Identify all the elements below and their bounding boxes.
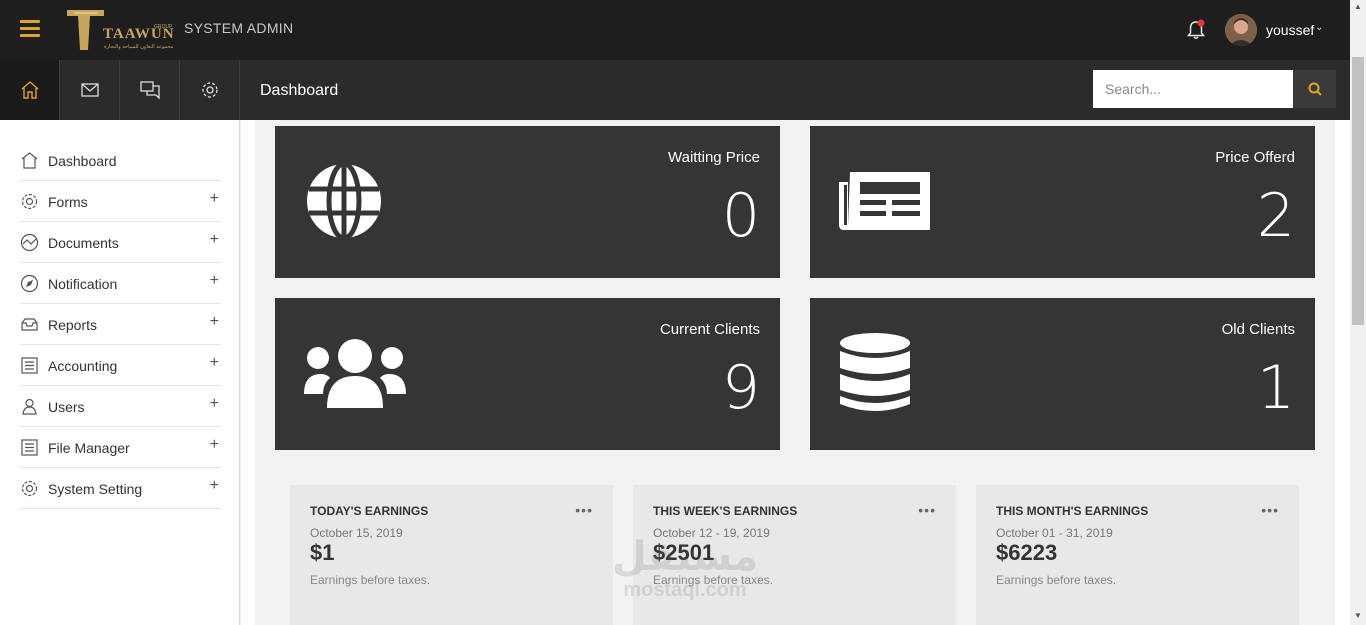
expand-plus-icon[interactable]: + <box>210 231 219 249</box>
stat-label: Price Offerd <box>1215 149 1295 166</box>
watermark-arabic: مستقل <box>611 535 759 579</box>
stat-label: Waitting Price <box>668 149 760 166</box>
expand-plus-icon[interactable]: + <box>210 190 219 208</box>
avatar[interactable] <box>1225 14 1257 46</box>
stat-label: Old Clients <box>1221 321 1295 338</box>
page-scrollbar[interactable]: ▲ ▼ <box>1350 0 1366 625</box>
database-icon <box>840 333 910 411</box>
more-options-icon[interactable]: ••• <box>918 502 936 518</box>
earnings-amount: $6223 <box>996 540 1058 565</box>
sidebar-item-accounting[interactable]: Accounting + <box>20 345 221 386</box>
earnings-date: October 01 - 31, 2019 <box>996 526 1113 540</box>
brand-logo[interactable]: TAAWUN GROUP مجموعة التعاون للسياحة والت… <box>64 6 176 54</box>
stat-value: 1 <box>1256 353 1295 423</box>
mail-icon <box>80 83 99 97</box>
notification-bell-icon[interactable] <box>1185 19 1207 41</box>
expand-plus-icon[interactable]: + <box>210 354 219 372</box>
top-navbar: TAAWUN GROUP مجموعة التعاون للسياحة والت… <box>0 0 1350 60</box>
sidebar-item-label: Documents <box>48 235 119 251</box>
earnings-title: THIS MONTH'S EARNINGS <box>996 504 1149 518</box>
app-title: SYSTEM ADMIN <box>184 20 294 36</box>
expand-plus-icon[interactable]: + <box>210 436 219 454</box>
stat-value: 9 <box>721 353 760 423</box>
expand-plus-icon[interactable]: + <box>210 272 219 290</box>
chat-icon <box>139 81 160 100</box>
stat-value: 0 <box>721 181 760 251</box>
sidebar-item-label: Forms <box>48 194 88 210</box>
tab-home[interactable] <box>0 60 60 120</box>
secondary-toolbar: Dashboard <box>0 60 1350 120</box>
expand-plus-icon[interactable]: + <box>210 395 219 413</box>
home-icon <box>21 152 38 169</box>
menu-toggle-icon[interactable] <box>20 20 40 38</box>
scroll-down-arrow-icon[interactable]: ▼ <box>1354 611 1362 620</box>
sidebar-item-system-setting[interactable]: System Setting + <box>20 468 221 509</box>
earnings-title: TODAY'S EARNINGS <box>310 504 429 518</box>
more-options-icon[interactable]: ••• <box>1261 502 1279 518</box>
brand-subtext: مجموعة التعاون للسياحة والتجارة <box>104 44 174 50</box>
stat-label: Current Clients <box>659 321 760 338</box>
earnings-note: Earnings before taxes. <box>310 573 431 587</box>
list-icon <box>21 357 38 374</box>
sidebar-item-label: File Manager <box>48 440 130 456</box>
sidebar-item-documents[interactable]: Documents + <box>20 222 221 263</box>
gear-icon <box>21 480 38 497</box>
globe-icon <box>307 161 381 241</box>
stat-card-current-clients[interactable]: Current Clients 9 <box>275 298 780 450</box>
user-icon <box>22 398 37 415</box>
page-title: Dashboard <box>260 82 339 99</box>
notification-dot <box>1197 19 1205 27</box>
home-icon <box>21 81 38 99</box>
sidebar-item-label: Accounting <box>48 358 118 374</box>
search-icon <box>1308 82 1322 96</box>
watermark-latin: mostaql.com <box>623 579 747 601</box>
sidebar-item-users[interactable]: Users + <box>20 386 221 427</box>
scroll-up-arrow-icon[interactable]: ▲ <box>1354 2 1362 11</box>
sidebar-item-label: Reports <box>48 317 98 333</box>
sidebar-item-label: Dashboard <box>48 153 117 169</box>
stat-card-price-offered[interactable]: Price Offerd 2 <box>810 126 1315 278</box>
sidebar-item-label: System Setting <box>48 481 143 497</box>
newspaper-icon <box>839 172 930 230</box>
earnings-note: Earnings before taxes. <box>996 573 1117 587</box>
tab-chat[interactable] <box>120 60 180 120</box>
sidebar-item-label: Notification <box>48 276 118 292</box>
more-options-icon[interactable]: ••• <box>575 502 593 518</box>
earnings-title: THIS WEEK'S EARNINGS <box>653 504 798 518</box>
sidebar-item-notification[interactable]: Notification + <box>20 263 221 304</box>
search-button[interactable] <box>1293 70 1336 108</box>
tab-settings[interactable] <box>180 60 240 120</box>
earnings-date: October 15, 2019 <box>310 526 403 540</box>
watermark: مستقل mostaql.com <box>600 535 770 615</box>
stat-card-old-clients[interactable]: Old Clients 1 <box>810 298 1315 450</box>
expand-plus-icon[interactable]: + <box>210 313 219 331</box>
sidebar-item-dashboard[interactable]: Dashboard <box>20 140 221 181</box>
chevron-down-icon[interactable]: ⌄ <box>1315 22 1323 33</box>
sidebar: Dashboard Forms + Documents + Notificati… <box>0 120 240 625</box>
earnings-amount: $1 <box>310 540 335 565</box>
scroll-thumb[interactable] <box>1352 57 1364 325</box>
earnings-card-month: THIS MONTH'S EARNINGS ••• October 01 - 3… <box>976 485 1299 625</box>
sidebar-item-forms[interactable]: Forms + <box>20 181 221 222</box>
expand-plus-icon[interactable]: + <box>210 477 219 495</box>
search-input[interactable] <box>1093 70 1293 108</box>
chart-icon <box>20 233 39 252</box>
earnings-card-today: TODAY'S EARNINGS ••• October 15, 2019 $1… <box>290 485 613 625</box>
sidebar-item-label: Users <box>48 399 85 415</box>
gear-icon <box>201 82 218 98</box>
sidebar-item-reports[interactable]: Reports + <box>20 304 221 345</box>
users-icon <box>304 339 406 408</box>
sidebar-item-file-manager[interactable]: File Manager + <box>20 427 221 468</box>
gear-icon <box>21 193 38 210</box>
stat-value: 2 <box>1256 181 1295 251</box>
list-icon <box>21 439 38 456</box>
compass-icon <box>20 274 39 293</box>
inbox-icon <box>21 318 38 331</box>
stat-card-waiting-price[interactable]: Waitting Price 0 <box>275 126 780 278</box>
user-name[interactable]: youssef <box>1266 22 1314 38</box>
tab-mail[interactable] <box>60 60 120 120</box>
brand-tag: GROUP <box>154 24 173 30</box>
